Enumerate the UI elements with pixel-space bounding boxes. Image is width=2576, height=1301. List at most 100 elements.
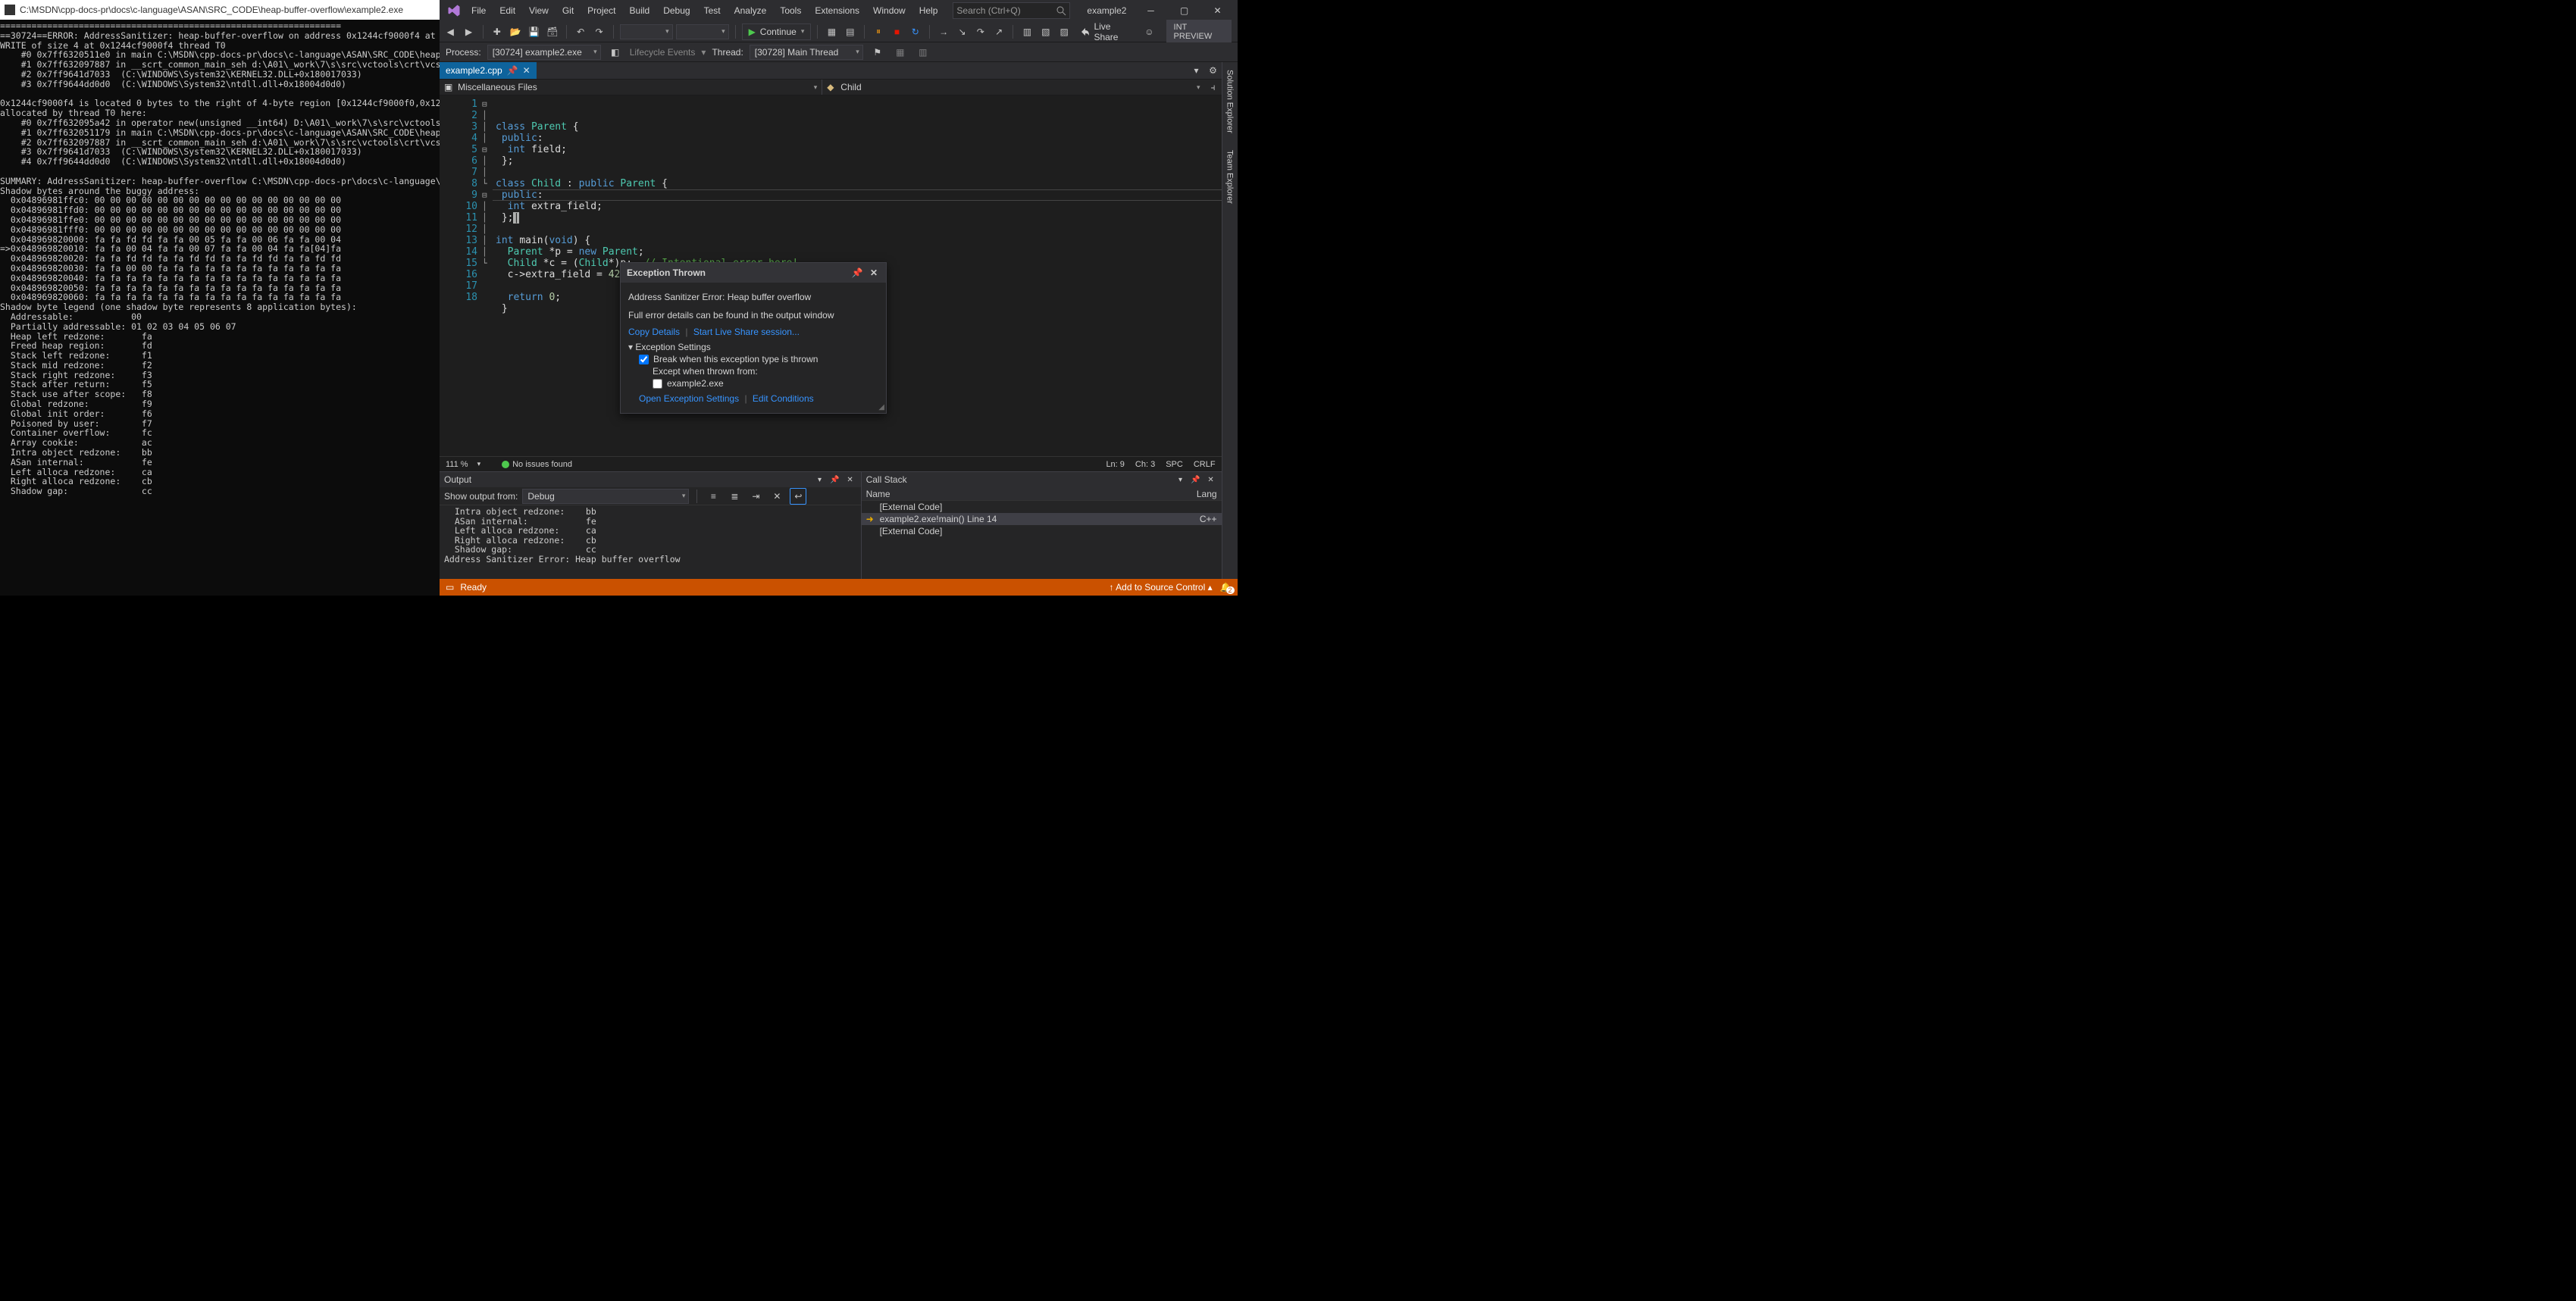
window-position-button[interactable]: ▾ <box>1175 474 1187 486</box>
feedback-button[interactable]: ☺ <box>1141 23 1157 40</box>
callstack-header[interactable]: Call Stack ▾ 📌 ✕ <box>862 472 1222 487</box>
output-clear-button[interactable]: ✕ <box>768 488 785 505</box>
menu-test[interactable]: Test <box>698 2 727 19</box>
window-options-button[interactable]: ⚙ <box>1205 62 1222 79</box>
stackframe-tool-c[interactable]: ▥ <box>915 44 931 61</box>
debug-threads-button[interactable]: ▤ <box>843 23 858 40</box>
edit-conditions-link[interactable]: Edit Conditions <box>753 393 814 404</box>
debug-windows-button[interactable]: ▦ <box>824 23 839 40</box>
forward-button[interactable]: ▶ <box>461 23 476 40</box>
menu-window[interactable]: Window <box>867 2 912 19</box>
show-next-stmt-button[interactable]: → <box>936 23 951 40</box>
nav-scope-combo[interactable]: ▣ Miscellaneous Files <box>440 82 822 92</box>
cursor-char[interactable]: Ch: 3 <box>1135 460 1155 469</box>
output-tool-b[interactable]: ≣ <box>726 488 743 505</box>
maximize-button[interactable]: ▢ <box>1168 0 1201 21</box>
indent-mode[interactable]: SPC <box>1166 460 1183 469</box>
notifications-button[interactable]: 🔔2 <box>1220 582 1232 593</box>
stop-button[interactable]: ■ <box>889 23 904 40</box>
config-combo[interactable] <box>620 24 673 39</box>
resize-grip-icon[interactable]: ◢ <box>878 403 884 411</box>
process-combo[interactable]: [30724] example2.exe <box>487 45 601 60</box>
nav-type-combo[interactable]: ◆ Child <box>822 82 1204 92</box>
menu-git[interactable]: Git <box>556 2 580 19</box>
start-liveshare-link[interactable]: Start Live Share session... <box>693 327 800 337</box>
redo-button[interactable]: ↷ <box>591 23 606 40</box>
menu-edit[interactable]: Edit <box>493 2 521 19</box>
output-source-combo[interactable]: Debug <box>522 489 689 504</box>
open-exception-settings-link[interactable]: Open Exception Settings <box>639 393 739 404</box>
lifecycle-events-button[interactable]: ◧ <box>607 44 624 61</box>
close-icon[interactable]: ✕ <box>1205 474 1217 486</box>
console-titlebar[interactable]: C:\MSDN\cpp-docs-pr\docs\c-language\ASAN… <box>0 0 440 20</box>
menu-build[interactable]: Build <box>624 2 656 19</box>
continue-button[interactable]: ▶ Continue ▾ <box>742 23 812 40</box>
step-out-button[interactable]: ↗ <box>991 23 1006 40</box>
callstack-row[interactable]: [External Code] <box>862 525 1222 537</box>
console-output[interactable]: ========================================… <box>0 20 440 596</box>
copy-details-link[interactable]: Copy Details <box>628 327 680 337</box>
autohide-button[interactable]: 📌 <box>1190 474 1202 486</box>
fold-gutter[interactable]: ⊟│││ ⊟││└ ⊟│││││└ <box>482 95 493 456</box>
output-tool-a[interactable]: ≡ <box>705 488 721 505</box>
step-over-button[interactable]: ↷ <box>973 23 988 40</box>
close-icon[interactable]: ✕ <box>868 267 880 279</box>
menu-extensions[interactable]: Extensions <box>809 2 865 19</box>
close-icon[interactable]: ✕ <box>523 65 531 76</box>
active-files-dropdown[interactable]: ▾ <box>1188 62 1205 79</box>
output-wordwrap-button[interactable]: ↩ <box>790 488 806 505</box>
output-text[interactable]: Intra object redzone: bb ASan internal: … <box>440 505 861 579</box>
new-project-button[interactable]: ✚ <box>490 23 505 40</box>
debug-tool-b[interactable]: ▧ <box>1038 23 1053 40</box>
pin-icon[interactable]: 📌 <box>507 65 518 76</box>
issues-label[interactable]: No issues found <box>512 460 572 469</box>
minimize-button[interactable]: ─ <box>1135 0 1168 21</box>
tab-example2-cpp[interactable]: example2.cpp 📌 ✕ <box>440 62 537 79</box>
except-module-checkbox[interactable] <box>653 379 662 389</box>
menu-view[interactable]: View <box>523 2 555 19</box>
callstack-row[interactable]: [External Code] <box>862 501 1222 513</box>
add-source-control-button[interactable]: ↑ Add to Source Control ▴ <box>1110 582 1213 593</box>
stackframe-tool-b[interactable]: ▦ <box>892 44 909 61</box>
callstack-row[interactable]: ➜ example2.exe!main() Line 14 C++ <box>862 513 1222 525</box>
exception-titlebar[interactable]: Exception Thrown 📌 ✕ <box>621 263 886 283</box>
cursor-line[interactable]: Ln: 9 <box>1106 460 1124 469</box>
thread-combo[interactable]: [30728] Main Thread <box>750 45 863 60</box>
close-icon[interactable]: ✕ <box>844 474 856 486</box>
menu-file[interactable]: File <box>465 2 492 19</box>
autohide-button[interactable]: 📌 <box>829 474 841 486</box>
window-position-button[interactable]: ▾ <box>814 474 826 486</box>
menu-debug[interactable]: Debug <box>657 2 696 19</box>
undo-button[interactable]: ↶ <box>573 23 588 40</box>
search-box[interactable]: Search (Ctrl+Q) <box>953 2 1070 19</box>
restart-button[interactable]: ↻ <box>908 23 923 40</box>
solution-explorer-tab[interactable]: Solution Explorer <box>1225 65 1235 138</box>
code-editor[interactable]: 123456789101112131415161718 ⊟│││ ⊟││└ ⊟│… <box>440 95 1222 456</box>
zoom-level[interactable]: 111 % <box>446 460 468 469</box>
save-all-button[interactable]: 🗃 <box>545 23 560 40</box>
break-when-thrown-checkbox[interactable] <box>639 355 649 364</box>
live-share-button[interactable]: Live Share <box>1075 23 1139 40</box>
stackframe-flag-button[interactable]: ⚑ <box>869 44 886 61</box>
menu-help[interactable]: Help <box>913 2 944 19</box>
menu-tools[interactable]: Tools <box>774 2 807 19</box>
line-ending[interactable]: CRLF <box>1194 460 1216 469</box>
save-button[interactable]: 💾 <box>526 23 541 40</box>
team-explorer-tab[interactable]: Team Explorer <box>1225 145 1235 208</box>
break-all-button[interactable]: ⏸ <box>871 23 886 40</box>
output-tool-c[interactable]: ⇥ <box>747 488 764 505</box>
platform-combo[interactable] <box>676 24 729 39</box>
open-button[interactable]: 📂 <box>508 23 523 40</box>
step-into-button[interactable]: ↘ <box>954 23 969 40</box>
menu-analyze[interactable]: Analyze <box>728 2 773 19</box>
close-button[interactable]: ✕ <box>1201 0 1235 21</box>
back-button[interactable]: ◀ <box>443 23 458 40</box>
output-header[interactable]: Output ▾ 📌 ✕ <box>440 472 861 487</box>
pin-icon[interactable]: 📌 <box>851 267 863 279</box>
split-editor-button[interactable]: ⫞ <box>1205 79 1222 95</box>
debug-tool-a[interactable]: ▥ <box>1019 23 1034 40</box>
callstack-columns[interactable]: Name Lang <box>862 487 1222 501</box>
exception-settings-header[interactable]: Exception Settings <box>628 342 878 352</box>
debug-tool-c[interactable]: ▨ <box>1056 23 1072 40</box>
menu-project[interactable]: Project <box>581 2 621 19</box>
